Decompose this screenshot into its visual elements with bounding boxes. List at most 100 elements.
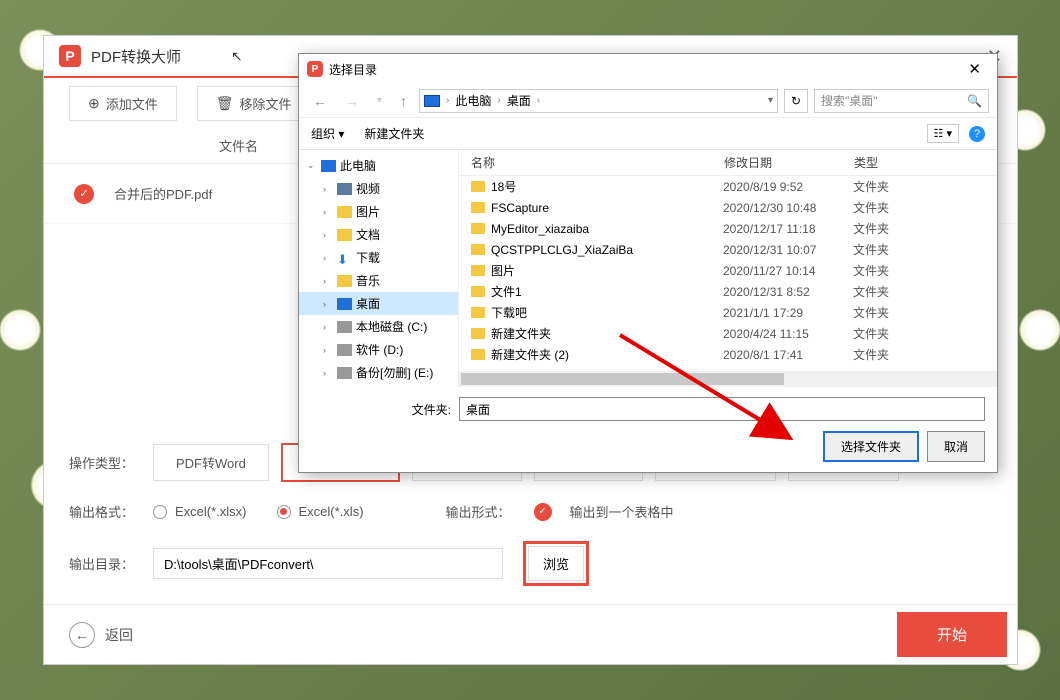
list-row[interactable]: MyEditor_xiazaiba2020/12/17 11:18文件夹 (459, 218, 997, 239)
tree-item[interactable]: › 本地磁盘 (C:) (299, 315, 458, 338)
tree-item[interactable]: ›音乐 (299, 269, 458, 292)
output-form-text: 输出到一个表格中 (570, 502, 674, 521)
file-date: 2020/12/31 8:52 (723, 285, 853, 299)
file-type: 文件夹 (853, 199, 889, 216)
folder-dialog: P 选择目录 ✕ ← → ▾ ↑ › 此电脑 › 桌面 › ▾ ↻ 搜索"桌面"… (298, 53, 998, 473)
list-row[interactable]: 新建文件夹2020/4/24 11:15文件夹 (459, 323, 997, 344)
back-label: 返回 (105, 625, 133, 645)
list-row[interactable]: 文件12020/12/31 8:52文件夹 (459, 281, 997, 302)
dialog-body: ⌄此电脑›视频›图片›文档›⬇下载›音乐›桌面›本地磁盘 (C:)›软件 (D:… (299, 150, 997, 387)
add-file-button[interactable]: ⊕添加文件 (69, 86, 177, 121)
radio-icon (153, 505, 167, 519)
tree-expand-icon[interactable]: › (323, 276, 333, 286)
file-name: 图片 (491, 262, 723, 279)
tree-expand-icon[interactable]: › (323, 230, 333, 240)
breadcrumb-part[interactable]: 此电脑 (455, 92, 491, 109)
folder-icon (471, 265, 485, 276)
tree-expand-icon[interactable]: ⌄ (307, 160, 317, 171)
back-button[interactable]: ← 返回 (69, 622, 133, 648)
tree-item[interactable]: ›⬇下载 (299, 246, 458, 269)
folder-icon (471, 328, 485, 339)
list-row[interactable]: FSCapture2020/12/30 10:48文件夹 (459, 197, 997, 218)
tree-expand-icon[interactable]: › (323, 368, 333, 378)
tree-item[interactable]: › 图片 (299, 200, 458, 223)
tree-label: 软件 (D:) (356, 341, 403, 358)
op-pdf-word[interactable]: PDF转Word (153, 444, 269, 481)
tree-item[interactable]: ›备份[勿删] (E:) (299, 361, 458, 384)
help-icon[interactable]: ? (969, 126, 985, 142)
radio-xlsx[interactable]: Excel(*.xlsx) (153, 504, 247, 519)
tree-expand-icon[interactable]: › (323, 322, 333, 332)
col-date[interactable]: 修改日期 (724, 154, 854, 171)
tree-item[interactable]: › 软件 (D:) (299, 338, 458, 361)
search-input[interactable]: 搜索"桌面" 🔍 (814, 89, 989, 113)
col-name[interactable]: 名称 (459, 154, 724, 171)
file-type: 文件夹 (853, 241, 889, 258)
cancel-button[interactable]: 取消 (927, 431, 985, 462)
output-dir-input[interactable] (153, 548, 503, 579)
dialog-close-icon[interactable]: ✕ (960, 58, 989, 80)
folder-field-input[interactable] (459, 397, 985, 421)
folder-icon (471, 202, 485, 213)
radio-xls[interactable]: Excel(*.xls) (277, 504, 364, 519)
check-icon: ✓ (534, 503, 552, 521)
list-row[interactable]: 18号2020/8/19 9:52文件夹 (459, 176, 997, 197)
tree-item[interactable]: ⌄ 此电脑 (299, 154, 458, 177)
tree-label: 文档 (356, 226, 380, 243)
address-bar[interactable]: › 此电脑 › 桌面 › ▾ (419, 89, 778, 113)
file-date: 2020/12/30 10:48 (723, 201, 853, 215)
browse-highlight: 浏览 (523, 541, 589, 586)
view-mode-button[interactable]: ☷ ▾ (927, 124, 959, 143)
tree-expand-icon[interactable]: › (323, 345, 333, 355)
tree-item[interactable]: ›桌面 (299, 292, 458, 315)
chevron-right-icon: › (495, 95, 502, 106)
browse-button[interactable]: 浏览 (528, 546, 584, 581)
dialog-logo: P (307, 61, 323, 77)
nav-back-icon[interactable]: ← (307, 89, 333, 113)
tree-expand-icon[interactable]: › (323, 299, 333, 309)
file-date: 2020/8/1 17:41 (723, 348, 853, 362)
list-row[interactable]: 新建文件夹 (2)2020/8/1 17:41文件夹 (459, 344, 997, 365)
tree-item[interactable]: ›视频 (299, 177, 458, 200)
select-folder-button[interactable]: 选择文件夹 (823, 431, 919, 462)
folder-field-label: 文件夹: (311, 401, 451, 418)
output-format-row: 输出格式： Excel(*.xlsx) Excel(*.xls) 输出形式： ✓… (44, 492, 1017, 531)
folder-icon (471, 307, 485, 318)
tree-expand-icon[interactable]: › (323, 184, 333, 194)
add-file-label: 添加文件 (106, 94, 158, 113)
start-button[interactable]: 开始 (897, 612, 1007, 657)
app-logo: P (59, 45, 81, 67)
tree-label: 图片 (356, 203, 380, 220)
new-folder-button[interactable]: 新建文件夹 (364, 125, 424, 142)
dialog-toolbar: 组织 ▾ 新建文件夹 ☷ ▾ ? (299, 118, 997, 150)
remove-file-button[interactable]: 🗑移除文件 (197, 86, 311, 121)
organize-menu[interactable]: 组织 ▾ (311, 125, 344, 142)
tree-item[interactable]: › 文档 (299, 223, 458, 246)
file-name: 下载吧 (491, 304, 723, 321)
chevron-right-icon: › (444, 95, 451, 106)
nav-tree: ⌄此电脑›视频›图片›文档›⬇下载›音乐›桌面›本地磁盘 (C:)›软件 (D:… (299, 150, 459, 387)
col-filename: 文件名 (219, 136, 258, 155)
remove-file-label: 移除文件 (240, 94, 292, 113)
tree-label: 此电脑 (340, 157, 376, 174)
refresh-icon[interactable]: ↻ (784, 89, 808, 113)
list-row[interactable]: 下载吧2021/1/1 17:29文件夹 (459, 302, 997, 323)
tree-label: 下载 (356, 249, 380, 266)
tree-expand-icon[interactable]: › (323, 207, 333, 217)
dialog-nav: ← → ▾ ↑ › 此电脑 › 桌面 › ▾ ↻ 搜索"桌面" 🔍 (299, 84, 997, 118)
tree-label: 本地磁盘 (C:) (356, 318, 427, 335)
list-row[interactable]: 图片2020/11/27 10:14文件夹 (459, 260, 997, 281)
tree-expand-icon[interactable]: › (323, 253, 333, 263)
breadcrumb-part[interactable]: 桌面 (507, 92, 531, 109)
col-type[interactable]: 类型 (854, 154, 997, 171)
list-row[interactable]: QCSTPPLCLGJ_XiaZaiBa2020/12/31 10:07文件夹 (459, 239, 997, 260)
file-type: 文件夹 (853, 283, 889, 300)
horizontal-scrollbar[interactable] (459, 371, 997, 387)
nav-forward-icon[interactable]: → (339, 89, 365, 113)
chevron-down-icon[interactable]: ▾ (768, 95, 773, 106)
nav-up-icon[interactable]: ↑ (394, 89, 413, 113)
radio-xls-label: Excel(*.xls) (299, 504, 364, 519)
nav-recent-icon[interactable]: ▾ (371, 91, 388, 110)
cursor-icon: ↖ (231, 48, 243, 65)
file-type: 文件夹 (853, 178, 889, 195)
